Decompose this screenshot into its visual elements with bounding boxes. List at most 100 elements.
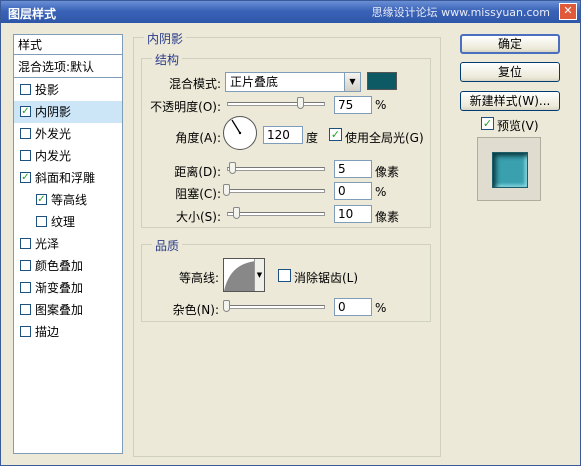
noise-input[interactable]: 0	[334, 298, 372, 316]
size-slider-thumb[interactable]	[233, 207, 240, 219]
style-item-pattern-overlay[interactable]: 图案叠加	[14, 299, 122, 321]
style-checkbox[interactable]: ✓	[20, 172, 31, 183]
title-bar[interactable]: 图层样式 思缘设计论坛 www.missyuan.com ✕	[1, 1, 580, 23]
opacity-slider-track[interactable]	[227, 102, 325, 106]
distance-slider-track[interactable]	[227, 167, 325, 171]
noise-label: 杂色(N):	[172, 303, 219, 317]
style-item-gradient-overlay[interactable]: 渐变叠加	[14, 277, 122, 299]
global-light-checkbox[interactable]: ✓	[329, 128, 342, 141]
preview-checkbox[interactable]: ✓	[481, 117, 494, 130]
style-checkbox[interactable]	[20, 304, 31, 315]
style-checkbox[interactable]: ✓	[20, 106, 31, 117]
noise-slider-thumb[interactable]	[223, 300, 230, 312]
preview-label: 预览(V)	[497, 119, 539, 133]
global-light-label: 使用全局光(G)	[345, 131, 424, 145]
panel-title: 内阴影	[144, 30, 187, 47]
reset-button[interactable]: 复位	[460, 62, 560, 82]
style-list: 样式 混合选项:默认 投影 ✓ 内阴影外发光内发光 ✓ 斜面和浮雕 ✓ 等高线纹理光泽颜色叠…	[13, 34, 123, 454]
shadow-color-swatch[interactable]	[367, 72, 397, 90]
choke-slider-thumb[interactable]	[223, 184, 230, 196]
style-item-contour[interactable]: ✓ 等高线	[14, 189, 122, 211]
angle-label: 角度(A):	[175, 131, 221, 145]
style-checkbox[interactable]	[20, 238, 31, 249]
style-item-label: 外发光	[35, 127, 72, 141]
choke-slider-track[interactable]	[227, 189, 325, 193]
blend-options-item[interactable]: 混合选项:默认	[14, 56, 122, 78]
style-item-label: 纹理	[51, 215, 76, 229]
quality-legend: 品质	[152, 237, 183, 254]
layer-style-dialog: 图层样式 思缘设计论坛 www.missyuan.com ✕ 样式 混合选项:默…	[0, 0, 581, 466]
style-item-satin[interactable]: 光泽	[14, 233, 122, 255]
check-icon: ✓	[482, 117, 493, 130]
blend-mode-label: 混合模式:	[168, 77, 221, 91]
antialias-checkbox[interactable]	[278, 269, 291, 282]
style-checkbox[interactable]	[20, 282, 31, 293]
choke-unit: %	[375, 185, 387, 199]
style-checkbox[interactable]	[20, 326, 31, 337]
size-slider-track[interactable]	[227, 212, 325, 216]
style-checkbox[interactable]	[20, 84, 31, 95]
choke-label: 阻塞(C):	[175, 187, 221, 201]
style-item-label: 投影	[35, 83, 60, 97]
preview-swatch	[477, 137, 541, 201]
style-item-label: 内发光	[35, 149, 72, 163]
style-item-inner-shadow[interactable]: ✓ 内阴影	[14, 101, 122, 123]
style-list-header[interactable]: 样式	[14, 35, 122, 55]
choke-input[interactable]: 0	[334, 182, 372, 200]
style-item-color-overlay[interactable]: 颜色叠加	[14, 255, 122, 277]
noise-unit: %	[375, 301, 387, 315]
check-icon: ✓	[330, 128, 341, 141]
style-checkbox[interactable]	[20, 150, 31, 161]
close-icon: ✕	[563, 4, 573, 17]
style-item-label: 渐变叠加	[35, 281, 84, 295]
angle-input[interactable]: 120	[263, 126, 303, 144]
angle-unit: 度	[306, 131, 319, 145]
style-checkbox[interactable]: ✓	[36, 194, 47, 205]
style-item-label: 图案叠加	[35, 303, 84, 317]
opacity-input[interactable]: 75	[334, 96, 372, 114]
angle-needle-icon	[231, 119, 242, 135]
watermark-text: 思缘设计论坛 www.missyuan.com	[371, 6, 550, 19]
chevron-down-icon[interactable]: ▼	[254, 259, 264, 291]
style-item-bevel-emboss[interactable]: ✓ 斜面和浮雕	[14, 167, 122, 189]
distance-unit: 像素	[375, 165, 400, 179]
ok-button[interactable]: 确定	[460, 34, 560, 54]
antialias-label: 消除锯齿(L)	[294, 271, 359, 285]
opacity-unit: %	[375, 98, 387, 112]
style-item-label: 描边	[35, 325, 60, 339]
style-item-stroke[interactable]: 描边	[14, 321, 122, 343]
size-unit: 像素	[375, 210, 400, 224]
close-button[interactable]: ✕	[559, 3, 577, 20]
size-input[interactable]: 10	[334, 205, 372, 223]
chevron-down-icon: ▼	[344, 73, 360, 91]
style-item-label: 内阴影	[35, 105, 72, 119]
contour-label: 等高线:	[178, 271, 219, 285]
style-checkbox[interactable]	[20, 128, 31, 139]
style-item-outer-glow[interactable]: 外发光	[14, 123, 122, 145]
style-item-inner-glow[interactable]: 内发光	[14, 145, 122, 167]
blend-mode-value: 正片叠底	[230, 75, 279, 89]
style-item-texture[interactable]: 纹理	[14, 211, 122, 233]
style-item-drop-shadow[interactable]: 投影	[14, 79, 122, 101]
size-label: 大小(S):	[175, 210, 221, 224]
style-item-label: 颜色叠加	[35, 259, 84, 273]
distance-input[interactable]: 5	[334, 160, 372, 178]
opacity-label: 不透明度(O):	[150, 100, 221, 114]
style-checkbox[interactable]	[20, 260, 31, 271]
style-item-label: 等高线	[51, 193, 88, 207]
style-item-label: 斜面和浮雕	[35, 171, 96, 185]
distance-label: 距离(D):	[174, 165, 221, 179]
distance-slider-thumb[interactable]	[229, 162, 236, 174]
preview-thumbnail	[492, 152, 528, 188]
noise-slider-track[interactable]	[227, 305, 325, 309]
new-style-button[interactable]: 新建样式(W)...	[460, 91, 560, 111]
style-checkbox[interactable]	[36, 216, 47, 227]
contour-picker[interactable]: ▼	[223, 258, 265, 292]
window-title: 图层样式	[8, 7, 57, 21]
contour-curve-icon	[224, 261, 256, 291]
angle-dial[interactable]	[223, 116, 257, 150]
blend-mode-select[interactable]: 正片叠底 ▼	[225, 72, 361, 92]
opacity-slider-thumb[interactable]	[297, 97, 304, 109]
style-item-label: 光泽	[35, 237, 60, 251]
structure-legend: 结构	[152, 51, 183, 68]
